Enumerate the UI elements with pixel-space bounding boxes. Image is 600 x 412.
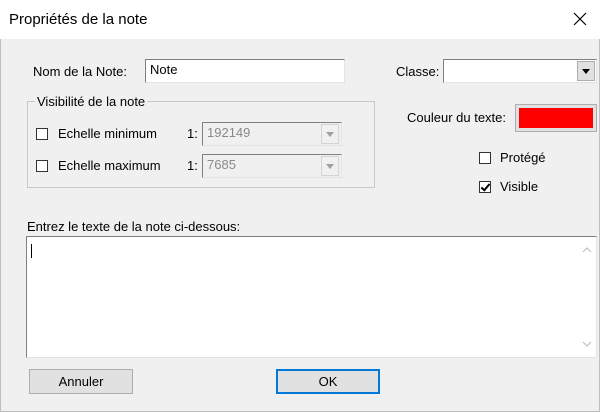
window-title: Propriétés de la note bbox=[9, 11, 148, 28]
text-color-swatch bbox=[519, 108, 593, 128]
protege-label: Protégé bbox=[500, 150, 546, 165]
protege-checkbox[interactable] bbox=[479, 152, 491, 164]
max-scale-dropdown-button[interactable] bbox=[321, 156, 339, 176]
chevron-down-icon bbox=[326, 163, 334, 169]
classe-label: Classe: bbox=[396, 64, 440, 79]
text-color-label: Couleur du texte: bbox=[407, 110, 507, 125]
text-color-button[interactable] bbox=[515, 104, 597, 132]
visible-label: Visible bbox=[500, 179, 539, 194]
max-scale-prefix: 1: bbox=[187, 158, 198, 173]
chevron-down-icon bbox=[326, 131, 334, 137]
visibility-legend: Visibilité de la note bbox=[35, 94, 148, 110]
min-scale-dropdown-button[interactable] bbox=[321, 124, 339, 144]
max-scale-label: Echelle maximum bbox=[58, 158, 161, 173]
visible-checkbox[interactable] bbox=[479, 181, 491, 193]
checkmark-icon bbox=[480, 181, 491, 192]
close-icon[interactable] bbox=[566, 6, 594, 32]
note-name-label: Nom de la Note: bbox=[33, 64, 127, 79]
note-text-label: Entrez le texte de la note ci-dessous: bbox=[27, 219, 241, 234]
scroll-down-icon[interactable] bbox=[582, 339, 592, 349]
max-scale-checkbox[interactable] bbox=[36, 160, 48, 172]
chevron-down-icon bbox=[582, 68, 590, 74]
note-name-input[interactable]: Note bbox=[145, 59, 345, 83]
min-scale-prefix: 1: bbox=[187, 126, 198, 141]
text-cursor bbox=[31, 244, 32, 258]
scroll-up-icon[interactable] bbox=[582, 245, 592, 255]
cancel-button[interactable]: Annuler bbox=[29, 369, 133, 394]
note-text-area[interactable] bbox=[26, 236, 597, 358]
min-scale-label: Echelle minimum bbox=[58, 126, 157, 141]
classe-dropdown-button[interactable] bbox=[577, 61, 595, 81]
ok-button[interactable]: OK bbox=[276, 369, 380, 394]
classe-combobox[interactable] bbox=[443, 59, 597, 83]
title-bar: Propriétés de la note bbox=[0, 0, 600, 39]
min-scale-checkbox[interactable] bbox=[36, 128, 48, 140]
